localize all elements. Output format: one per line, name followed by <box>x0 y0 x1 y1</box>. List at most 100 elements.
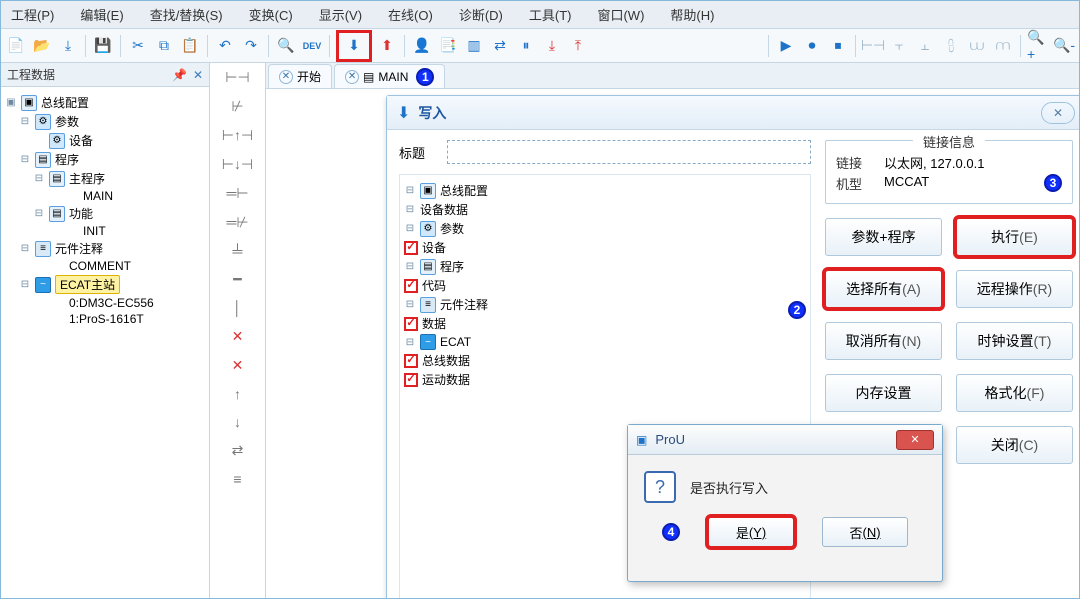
tb-misc4-icon[interactable]: ⩉ <box>940 35 962 57</box>
wt-device[interactable]: 设备 <box>422 239 446 256</box>
tb-zoomfit-icon[interactable]: 🔍 <box>275 35 297 57</box>
tb-record-icon[interactable]: ⏺ <box>801 35 823 57</box>
wt-code[interactable]: 代码 <box>422 277 446 294</box>
sym-ld-5[interactable]: ═⊢ <box>226 185 248 202</box>
tb-misc3-icon[interactable]: ⫠ <box>914 35 936 57</box>
tb-paste-icon[interactable]: 📋 <box>179 35 201 57</box>
wt-code-check[interactable]: ✓ <box>404 279 418 293</box>
tab-main[interactable]: ✕ ▤ MAIN 1 <box>334 64 445 88</box>
node-params[interactable]: 参数 <box>55 113 79 130</box>
sym-ld-9[interactable]: │ <box>233 300 242 316</box>
wt-busdata[interactable]: 总线数据 <box>422 352 470 369</box>
wt-root[interactable]: 总线配置 <box>440 182 488 199</box>
sym-ld-1[interactable]: ⊢⊣ <box>225 69 249 86</box>
sym-ld-11[interactable]: ✕ <box>232 357 244 374</box>
wt-comp-note[interactable]: 元件注释 <box>440 296 488 313</box>
tab-start[interactable]: ✕ 开始 <box>268 64 332 88</box>
tb-copy-icon[interactable]: ⧉ <box>153 35 175 57</box>
wt-data-check[interactable]: ✓ <box>404 317 418 331</box>
sym-ld-2[interactable]: ⊬ <box>231 98 243 115</box>
wt-busdata-check[interactable]: ✓ <box>404 354 418 368</box>
project-tree[interactable]: ▣▣总线配置 ⊟⚙参数 ⚙设备 ⊟▤程序 ⊟▤主程序 MAIN ⊟▤功能 INI… <box>1 87 209 598</box>
node-bus-config[interactable]: 总线配置 <box>41 94 89 111</box>
btn-select-all[interactable]: 选择所有(A) <box>825 270 942 308</box>
menu-help[interactable]: 帮助(H) <box>666 3 718 26</box>
tb-down-red-icon[interactable]: ⤓ <box>541 35 563 57</box>
tb-zoom-in-icon[interactable]: 🔍+ <box>1027 35 1049 57</box>
node-program[interactable]: 程序 <box>55 151 79 168</box>
tb-window-icon[interactable]: ▥ <box>463 35 485 57</box>
node-device[interactable]: 设备 <box>69 132 93 149</box>
btn-close-write[interactable]: 关闭(C) <box>956 426 1073 464</box>
dock-close-icon[interactable]: ✕ <box>193 68 203 82</box>
wt-motion-check[interactable]: ✓ <box>404 373 418 387</box>
tb-read-from-plc-icon[interactable]: ⬆ <box>376 35 398 57</box>
tab-main-close-icon[interactable]: ✕ <box>345 70 359 84</box>
confirm-yes-button[interactable]: 是(Y) <box>708 517 794 547</box>
sym-ld-8[interactable]: ━ <box>233 271 241 288</box>
sym-ld-10[interactable]: ✕ <box>232 328 244 345</box>
dock-pin-icon[interactable]: 📌 <box>172 68 187 82</box>
menu-project[interactable]: 工程(P) <box>7 3 58 26</box>
sym-ld-6[interactable]: ═⊬ <box>226 214 248 231</box>
menu-view[interactable]: 显示(V) <box>315 3 366 26</box>
wt-ecat[interactable]: ECAT <box>440 335 471 349</box>
wt-motion[interactable]: 运动数据 <box>422 371 470 388</box>
btn-deselect-all[interactable]: 取消所有(N) <box>825 322 942 360</box>
confirm-close-icon[interactable]: ✕ <box>896 430 934 450</box>
node-func[interactable]: 功能 <box>69 205 93 222</box>
tb-new-icon[interactable]: 📄 <box>5 35 27 57</box>
node-comp-note[interactable]: 元件注释 <box>55 240 103 257</box>
node-ecat-c1[interactable]: 0:DM3C-EC556 <box>69 296 154 310</box>
confirm-no-button[interactable]: 否(N) <box>822 517 908 547</box>
node-func-sub[interactable]: INIT <box>83 224 106 238</box>
btn-clock-settings[interactable]: 时钟设置(T) <box>956 322 1073 360</box>
btn-execute[interactable]: 执行(E) <box>956 218 1073 256</box>
wt-device-data[interactable]: 设备数据 <box>420 201 468 218</box>
tb-save-icon[interactable]: 💾 <box>92 35 114 57</box>
menu-diagnose[interactable]: 诊断(D) <box>455 3 507 26</box>
tb-open-icon[interactable]: 📂 <box>31 35 53 57</box>
menu-convert[interactable]: 变换(C) <box>245 3 297 26</box>
tb-redo-icon[interactable]: ↷ <box>240 35 262 57</box>
menu-online[interactable]: 在线(O) <box>384 3 437 26</box>
menu-tool[interactable]: 工具(T) <box>525 3 576 26</box>
wt-program[interactable]: 程序 <box>440 258 464 275</box>
sym-ld-12[interactable]: ↑ <box>234 386 241 402</box>
node-comp-note-sub[interactable]: COMMENT <box>69 259 131 273</box>
tb-undo-icon[interactable]: ↶ <box>214 35 236 57</box>
node-ecat-c2[interactable]: 1:ProS-1616T <box>69 312 144 326</box>
node-ecat-master[interactable]: ECAT主站 <box>55 275 120 294</box>
tb-cut-icon[interactable]: ✂ <box>127 35 149 57</box>
btn-memory-settings[interactable]: 内存设置 <box>825 374 942 412</box>
node-main-prog[interactable]: 主程序 <box>69 170 105 187</box>
menu-edit[interactable]: 编辑(E) <box>76 3 127 26</box>
tb-misc6-icon[interactable]: ⩋ <box>992 35 1014 57</box>
tb-dev-icon[interactable]: DEV <box>301 35 323 57</box>
tb-misc1-icon[interactable]: ⊢⊣ <box>862 35 884 57</box>
tb-transfer-icon[interactable]: ⇄ <box>489 35 511 57</box>
sym-ld-15[interactable]: ≡ <box>233 471 241 487</box>
tb-doc-icon[interactable]: 📑 <box>437 35 459 57</box>
menu-window[interactable]: 窗口(W) <box>593 3 648 26</box>
write-dialog-close-icon[interactable]: ✕ <box>1041 102 1075 124</box>
btn-remote[interactable]: 远程操作(R) <box>956 270 1073 308</box>
tb-write-to-plc-icon[interactable]: ⬇ <box>343 35 365 57</box>
btn-format[interactable]: 格式化(F) <box>956 374 1073 412</box>
tab-start-close-icon[interactable]: ✕ <box>279 70 293 84</box>
wt-params[interactable]: 参数 <box>440 220 464 237</box>
tb-play-icon[interactable]: ▶ <box>775 35 797 57</box>
tb-pause-icon[interactable]: ⏸ <box>515 35 537 57</box>
tb-import-icon[interactable]: ⤓ <box>57 35 79 57</box>
tb-up-red-icon[interactable]: ⤒ <box>567 35 589 57</box>
btn-param-program[interactable]: 参数+程序 <box>825 218 942 256</box>
tb-stop-icon[interactable]: ⏹ <box>827 35 849 57</box>
write-title-input[interactable] <box>447 140 811 164</box>
sym-ld-4[interactable]: ⊢↓⊣ <box>222 156 253 173</box>
wt-data[interactable]: 数据 <box>422 315 446 332</box>
tb-misc2-icon[interactable]: ⫟ <box>888 35 910 57</box>
ladder-editor[interactable]: ⬇ 写入 ✕ 标题 ⊟▣总线配置 <box>266 89 1079 598</box>
sym-ld-14[interactable]: ⇄ <box>232 442 244 459</box>
tb-zoom-out-icon[interactable]: 🔍- <box>1053 35 1075 57</box>
tb-user-icon[interactable]: 👤 <box>411 35 433 57</box>
